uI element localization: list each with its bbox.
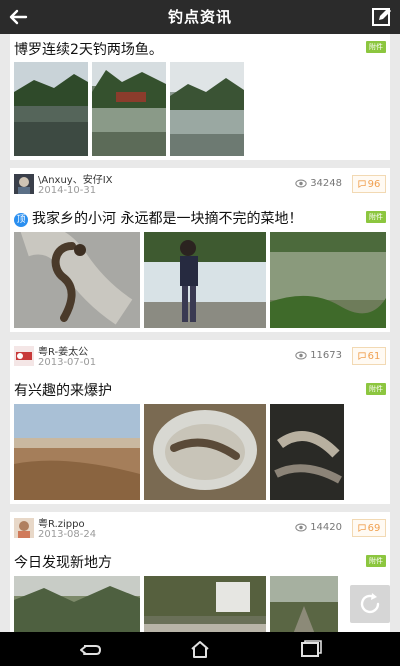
back-nav-icon[interactable] bbox=[72, 638, 108, 660]
post-image[interactable] bbox=[14, 404, 140, 500]
view-count-value: 14420 bbox=[310, 522, 342, 533]
post-title: 我家乡的小河 永远都是一块摘不完的菜地！ bbox=[32, 211, 303, 227]
view-count-value: 11673 bbox=[310, 350, 342, 361]
refresh-icon bbox=[360, 593, 380, 614]
post-image[interactable] bbox=[144, 404, 266, 500]
post-image[interactable] bbox=[14, 232, 140, 328]
view-count: 34248 bbox=[295, 178, 342, 189]
post-image[interactable] bbox=[92, 62, 166, 156]
comment-count[interactable]: 96 bbox=[352, 175, 386, 193]
feed-list[interactable]: 博罗连续2天钓两场鱼。 附件 \Anxuy、安仔IX 2014-10-31 34… bbox=[0, 34, 400, 632]
post-image[interactable] bbox=[270, 576, 338, 632]
comment-count-value: 69 bbox=[367, 522, 381, 534]
post-card[interactable]: 博罗连续2天钓两场鱼。 附件 bbox=[10, 34, 390, 160]
post-card[interactable]: 粤R.zippo 2013-08-24 14420 69 今日发现新地方 附件 bbox=[10, 512, 390, 632]
post-card[interactable]: 粤R-姜太公 2013-07-01 11673 61 有兴趣的来爆护 附件 bbox=[10, 340, 390, 504]
view-count: 11673 bbox=[295, 350, 342, 361]
recent-apps-icon[interactable] bbox=[292, 638, 328, 660]
post-image[interactable] bbox=[170, 62, 244, 156]
view-count-value: 34248 bbox=[310, 178, 342, 189]
author-name[interactable]: \Anxuy、安仔IX bbox=[38, 171, 113, 186]
post-card[interactable]: \Anxuy、安仔IX 2014-10-31 34248 96 顶我家乡的小河 … bbox=[10, 168, 390, 332]
author-name[interactable]: 粤R.zippo bbox=[38, 515, 85, 530]
attachment-badge: 附件 bbox=[366, 383, 386, 395]
post-date: 2013-07-01 bbox=[38, 357, 97, 368]
attachment-badge: 附件 bbox=[366, 41, 386, 53]
post-date: 2013-08-24 bbox=[38, 529, 97, 540]
system-nav-bar bbox=[0, 632, 400, 666]
post-date: 2014-10-31 bbox=[38, 185, 97, 196]
avatar[interactable] bbox=[14, 174, 34, 194]
attachment-badge: 附件 bbox=[366, 555, 386, 567]
comment-icon bbox=[358, 524, 366, 532]
comment-count[interactable]: 61 bbox=[352, 347, 386, 365]
top-bar: 钓点资讯 bbox=[0, 0, 400, 34]
attachment-badge: 附件 bbox=[366, 211, 386, 223]
comment-icon bbox=[358, 180, 366, 188]
post-image[interactable] bbox=[144, 232, 266, 328]
post-title-row: 顶我家乡的小河 永远都是一块摘不完的菜地！ bbox=[14, 208, 302, 228]
refresh-button[interactable] bbox=[350, 585, 390, 623]
comment-count[interactable]: 69 bbox=[352, 519, 386, 537]
author-name[interactable]: 粤R-姜太公 bbox=[38, 343, 88, 358]
sticky-tag: 顶 bbox=[14, 213, 28, 227]
eye-icon bbox=[295, 523, 307, 532]
comment-count-value: 61 bbox=[367, 350, 381, 362]
post-image[interactable] bbox=[14, 62, 88, 156]
post-title: 有兴趣的来爆护 bbox=[14, 383, 112, 399]
post-title: 博罗连续2天钓两场鱼。 bbox=[14, 42, 163, 58]
eye-icon bbox=[295, 179, 307, 188]
view-count: 14420 bbox=[295, 522, 342, 533]
edit-icon[interactable] bbox=[370, 5, 394, 29]
avatar[interactable] bbox=[14, 518, 34, 538]
eye-icon bbox=[295, 351, 307, 360]
home-nav-icon[interactable] bbox=[182, 638, 218, 660]
post-image[interactable] bbox=[270, 404, 344, 500]
page-title: 钓点资讯 bbox=[167, 8, 232, 26]
post-title: 今日发现新地方 bbox=[14, 555, 112, 571]
comment-count-value: 96 bbox=[367, 178, 381, 190]
avatar[interactable] bbox=[14, 346, 34, 366]
post-image[interactable] bbox=[144, 576, 266, 632]
post-image[interactable] bbox=[270, 232, 386, 328]
post-image[interactable] bbox=[14, 576, 140, 632]
comment-icon bbox=[358, 352, 366, 360]
